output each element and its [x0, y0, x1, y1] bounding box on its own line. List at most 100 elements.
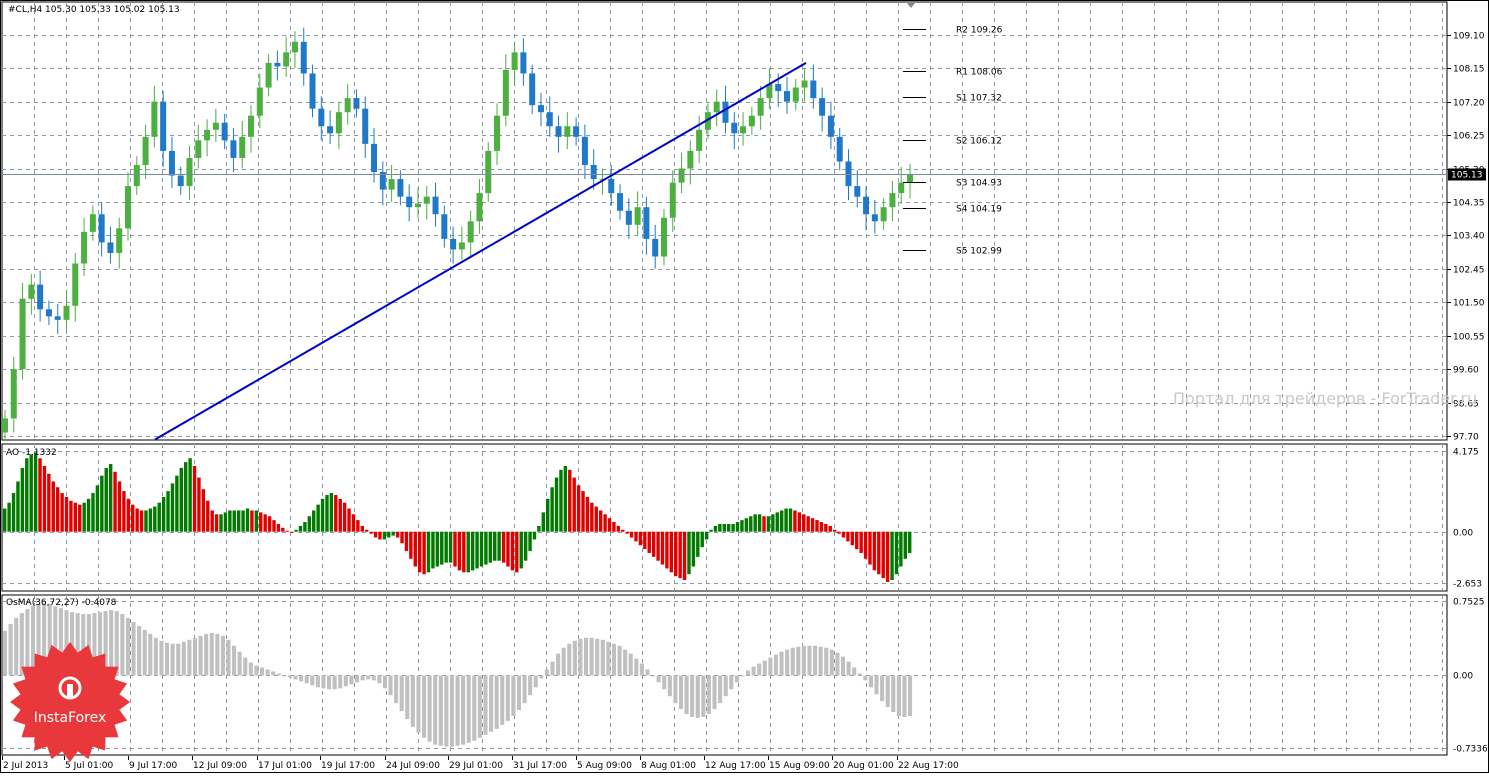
bear-candle	[581, 136, 588, 165]
osma-bar	[321, 675, 326, 689]
osma-bar	[595, 638, 600, 676]
ao-bar-down	[369, 531, 373, 534]
ao-bar-up	[470, 531, 475, 571]
ao-bar-down	[42, 465, 47, 532]
bear-candle	[520, 52, 527, 74]
osma-bar	[623, 649, 628, 676]
ao-bar-down	[643, 531, 647, 550]
ao-bar-down	[139, 510, 144, 532]
ao-bar-down	[621, 529, 625, 532]
osma-bar	[181, 641, 186, 676]
ao-bar-down	[73, 502, 78, 532]
ao-bar-down	[881, 531, 885, 579]
ao-bar-up	[766, 516, 771, 532]
logo-text: InstaForex	[34, 710, 107, 726]
pivot-level-label: R2 109.26	[956, 26, 1003, 36]
osma-bar	[466, 675, 471, 743]
osma-bar	[684, 675, 689, 715]
ao-bar-up	[175, 475, 179, 532]
ao-bar-down	[603, 514, 607, 532]
osma-bar	[483, 675, 488, 735]
osma-bar	[751, 666, 756, 676]
pivot-level-label: S2 106.12	[956, 137, 1002, 147]
osma-bar	[628, 653, 633, 676]
osma-bar	[852, 667, 857, 676]
bull-candle	[89, 214, 96, 232]
osma-bar	[790, 647, 795, 676]
chart-window[interactable]: 109.10108.15107.20106.25105.30104.35103.…	[0, 0, 1489, 773]
osma-bar	[198, 635, 203, 676]
osma-bar	[304, 675, 309, 684]
ao-bar-down	[797, 512, 802, 532]
bull-candle	[740, 126, 747, 134]
ao-bar-down	[576, 485, 581, 532]
osma-indicator-label: OsMA(36,72,27) -0.4078	[6, 598, 117, 608]
osma-bar	[505, 675, 510, 721]
bear-candle	[45, 309, 52, 317]
ao-bar-down	[338, 498, 342, 532]
bull-candle	[423, 196, 430, 204]
chart-canvas[interactable]: 109.10108.15107.20106.25105.30104.35103.…	[0, 0, 1489, 773]
osma-bar	[880, 675, 885, 702]
ao-bar-down	[135, 508, 139, 532]
ao-bar-up	[320, 498, 325, 532]
ao-bar-down	[342, 502, 347, 532]
ao-bar-down	[259, 512, 263, 532]
bull-candle	[485, 150, 492, 194]
osma-bar	[293, 675, 298, 680]
ao-bar-down	[201, 489, 206, 532]
ao-bar-down	[846, 531, 850, 542]
ao-bar-up	[3, 508, 7, 532]
ao-bar-down	[885, 531, 890, 582]
osma-bar	[142, 629, 147, 676]
ao-bar-up	[775, 512, 779, 532]
osma-bar	[773, 654, 779, 676]
ao-bar-up	[735, 522, 740, 532]
bull-candle	[502, 69, 509, 116]
ao-bar-down	[64, 496, 69, 532]
ao-bar-up	[426, 531, 431, 573]
osma-bar	[176, 643, 181, 676]
ao-bar-down	[404, 531, 409, 552]
ao-bar-up	[722, 523, 726, 532]
ao-bar-up	[519, 531, 523, 569]
ao-bar-down	[373, 531, 378, 538]
price-y-tick-label: 100.55	[1453, 333, 1485, 343]
price-y-tick-label: 97.70	[1453, 433, 1479, 443]
osma-bar	[712, 675, 717, 710]
ao-bar-up	[890, 531, 894, 581]
ao-bar-down	[612, 522, 616, 532]
x-tick-label: 15 Aug 09:00	[769, 761, 830, 771]
osma-bar	[511, 675, 516, 716]
osma-bar	[779, 651, 784, 676]
osma-bar	[695, 675, 700, 718]
osma-bar	[556, 653, 561, 676]
osma-bar	[455, 675, 460, 746]
ao-bar-up	[484, 531, 488, 565]
ao-bar-up	[700, 531, 704, 548]
ao-y-tick-label: 0.00	[1453, 529, 1473, 539]
osma-bar	[796, 646, 801, 676]
ao-bar-up	[144, 510, 148, 532]
bull-candle	[801, 80, 808, 88]
bull-candle	[265, 62, 272, 88]
bull-candle	[335, 112, 342, 134]
bear-candle	[555, 126, 562, 137]
bear-candle	[397, 179, 404, 197]
ao-bar-up	[236, 510, 241, 532]
pivot-level-label: S5 102.99	[956, 247, 1002, 257]
osma-bar	[745, 670, 751, 676]
osma-bar	[248, 662, 253, 676]
ao-bar-up	[753, 514, 757, 532]
ao-y-tick-label: 4.175	[1453, 448, 1479, 458]
osma-bar	[338, 675, 343, 689]
osma-bar	[891, 675, 896, 713]
ao-bar-up	[903, 531, 907, 559]
ao-bar-up	[493, 531, 497, 561]
osma-bar	[137, 625, 142, 676]
bear-candle	[327, 126, 334, 134]
bull-candle	[186, 157, 193, 187]
price-y-tick-label: 103.40	[1453, 232, 1485, 242]
ao-bar-up	[153, 506, 157, 532]
osma-bar	[226, 639, 231, 676]
